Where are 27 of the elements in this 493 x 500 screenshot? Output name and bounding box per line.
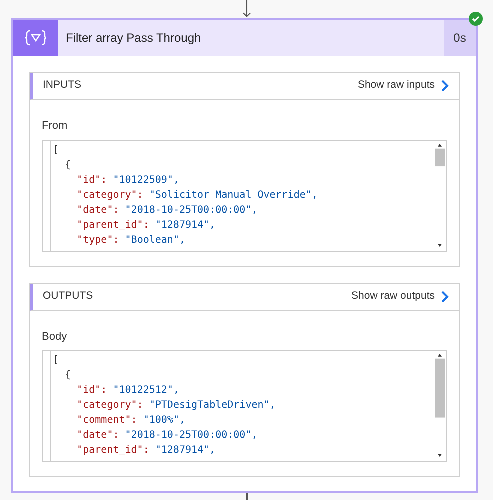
show-raw-link[interactable]: Show raw inputs (358, 78, 449, 94)
code-line: "category": "Solicitor Manual Override", (76, 188, 319, 203)
code-line: "id": "10122509", (76, 174, 180, 188)
field-label: From (42, 119, 68, 134)
code-line: "parent_id": "1287914", (76, 444, 217, 458)
code-line: "type": "Boolean", (76, 234, 186, 248)
duration-label: 0s (444, 20, 476, 56)
action-header[interactable]: Filter array Pass Through 0s (13, 20, 476, 56)
code-line: "id": "10122512", (76, 384, 180, 398)
code-line: [ (53, 354, 60, 368)
code-viewer[interactable]: [ { "id": "10122509", "category": "Solicitor Manual Override", "date": "2018-10-25T00:00:00", "parent_id": "1287914", "type": "Boolean", (42, 140, 447, 252)
code-line: "parent_id": "1287914", (76, 218, 217, 233)
field-label: Body (42, 330, 68, 345)
code-line: { (64, 369, 72, 384)
chevron-right-icon[interactable] (441, 80, 449, 92)
section-title: OUTPUTS (43, 288, 94, 304)
code-viewer[interactable]: [ { "id": "10122512", "category": "PTDesigTableDriven", "comment": "100%", "date": "2018-10-25T00:00:00", "parent_id": "1287914", (42, 350, 447, 462)
code-line: "category": "PTDesigTableDriven", (76, 399, 277, 414)
code-line: "comment": "100%", (76, 414, 186, 428)
action-title: Filter array Pass Through (65, 30, 202, 48)
show-raw-link[interactable]: Show raw outputs (352, 288, 449, 304)
code-line: { (64, 158, 72, 173)
chevron-right-icon[interactable] (441, 290, 449, 303)
code-line: "date": "2018-10-25T00:00:00", (76, 429, 259, 444)
code-line: [ (53, 144, 60, 158)
code-line: "date": "2018-10-25T00:00:00", (76, 204, 259, 218)
section-title: INPUTS (43, 78, 82, 94)
